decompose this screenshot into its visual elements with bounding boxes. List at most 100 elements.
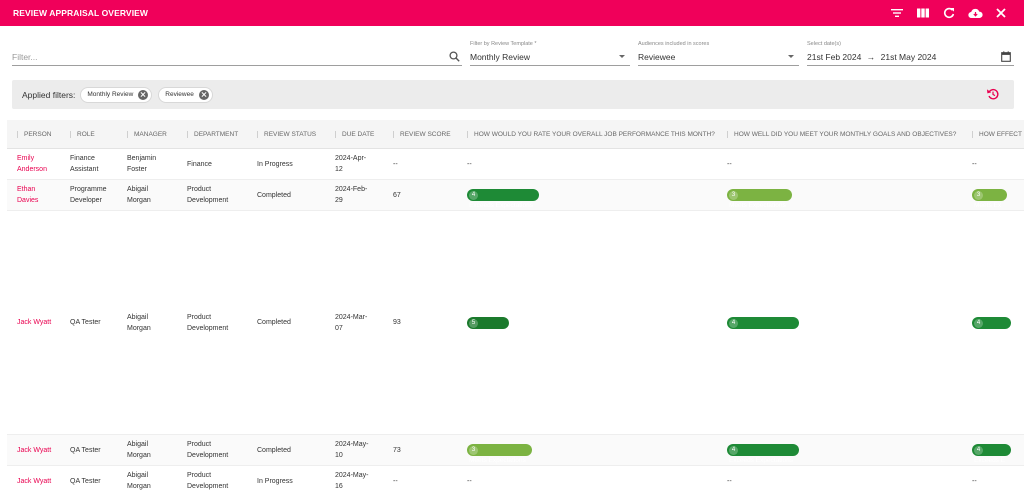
- column-divider[interactable]: [17, 131, 18, 138]
- cell-text: QA Tester: [70, 477, 101, 485]
- header-actions: [884, 0, 1014, 26]
- column-divider[interactable]: [127, 131, 128, 138]
- cell-person[interactable]: Jack Wyatt: [17, 466, 69, 491]
- appraisal-grid: PERSON ROLE MANAGER DEPARTMENT REVIEW STATUS…: [7, 120, 1024, 491]
- cell-text: Ethan: [17, 186, 36, 193]
- rating-number: 4: [974, 318, 983, 328]
- rating-badge: 4 Exceeds E: [972, 444, 1012, 464]
- cell-score: 73: [393, 435, 465, 465]
- cloud-download-icon[interactable]: [962, 0, 988, 26]
- calendar-icon[interactable]: [1000, 50, 1012, 62]
- rating-label: Exceeds Expectations: [729, 457, 793, 464]
- cell-q1: --: [467, 466, 727, 491]
- rating-number: 3: [974, 191, 983, 200]
- refresh-icon[interactable]: [936, 0, 962, 26]
- cell-due-date: 2024-Apr- 12: [335, 149, 391, 179]
- cell-score: 93: [393, 211, 465, 434]
- column-divider[interactable]: [187, 131, 188, 138]
- cell-score: 67: [393, 180, 465, 210]
- column-header-label: HOW WOULD YOU RATE YOUR OVERALL JOB PERF…: [474, 131, 715, 138]
- cell-text: Jack Wyatt: [17, 477, 52, 485]
- template-select[interactable]: Filter by Review Template * Monthly Revi…: [470, 38, 630, 66]
- column-divider[interactable]: [727, 131, 728, 138]
- cell-due-date: 2024-May- 16: [335, 466, 391, 491]
- audience-label: Audiences included in scores: [638, 41, 710, 47]
- table-row[interactable]: Jack Wyatt QA Tester Abigail Morgan Product D…: [7, 466, 1024, 491]
- applied-filters-bar: Applied filters: Monthly Review Reviewee: [12, 80, 1014, 109]
- column-header-due-date[interactable]: DUE DATE: [335, 120, 397, 149]
- column-divider[interactable]: [257, 131, 258, 138]
- column-header-role[interactable]: ROLE: [70, 120, 132, 149]
- table-row[interactable]: Jack Wyatt QA Tester Abigail Morgan Product D…: [7, 435, 1024, 466]
- date-label: Select date(s): [807, 41, 841, 47]
- filter-icon[interactable]: [884, 0, 910, 26]
- close-icon[interactable]: [988, 0, 1014, 26]
- cell-status: Completed: [257, 435, 333, 465]
- cell-text: --: [393, 477, 398, 485]
- rating-badge: 5 Exceptional: [467, 316, 509, 337]
- cell-q3: 3 Meets Ex: [972, 180, 1024, 210]
- remove-chip-icon[interactable]: [138, 89, 149, 100]
- table-row[interactable]: Ethan Davies Programme Developer Abigail Morg…: [7, 180, 1024, 211]
- column-header-department[interactable]: DEPARTMENT: [187, 120, 261, 149]
- filter-chip[interactable]: Reviewee: [158, 86, 213, 103]
- cell-manager: Abigail Morgan: [127, 180, 185, 210]
- cell-text: Product: [187, 472, 212, 479]
- column-header-q3[interactable]: HOW EFFECT: [972, 120, 1024, 149]
- empty-value: --: [467, 160, 472, 168]
- table-row[interactable]: Emily Anderson Finance Assistant Benjamin Fos…: [7, 149, 1024, 180]
- cell-role: QA Tester: [70, 435, 126, 465]
- reset-filters-icon[interactable]: [986, 87, 1000, 101]
- audience-select[interactable]: Audiences included in scores Reviewee: [638, 38, 799, 66]
- table-row[interactable]: Jack Wyatt QA Tester Abigail Morgan Product D…: [7, 211, 1024, 435]
- date-from: 21st Feb 2024: [807, 52, 862, 62]
- cell-person[interactable]: Jack Wyatt: [17, 435, 69, 465]
- rating-badge: 3 Meets Expectations: [467, 444, 532, 464]
- empty-value: --: [972, 160, 977, 168]
- rating-number: 4: [729, 318, 738, 328]
- column-header-label: ROLE: [77, 131, 95, 138]
- cell-text: 07: [335, 324, 343, 332]
- column-header-q1[interactable]: HOW WOULD YOU RATE YOUR OVERALL JOB PERF…: [467, 120, 733, 149]
- column-header-manager[interactable]: MANAGER: [127, 120, 191, 149]
- rating-label: Exceeds E: [974, 329, 1006, 337]
- column-header-person[interactable]: PERSON: [17, 120, 75, 149]
- cell-person[interactable]: Jack Wyatt: [17, 211, 69, 434]
- cell-text: Assistant: [70, 166, 99, 173]
- column-divider[interactable]: [335, 131, 336, 138]
- search-input[interactable]: Filter...: [12, 38, 462, 66]
- cell-person[interactable]: Emily Anderson: [17, 149, 69, 179]
- rating-badge: 4 Exceeds E: [972, 316, 1012, 337]
- cell-q1: 5 Exceptional: [467, 211, 727, 434]
- columns-icon[interactable]: [910, 0, 936, 26]
- cell-text: Anderson: [17, 166, 47, 173]
- column-header-status[interactable]: REVIEW STATUS: [257, 120, 339, 149]
- column-divider[interactable]: [70, 131, 71, 138]
- cell-role: QA Tester: [70, 466, 126, 491]
- column-divider[interactable]: [467, 131, 468, 138]
- remove-chip-icon[interactable]: [198, 89, 209, 100]
- rating-badge: 4 Exceeds Expectations: [467, 189, 539, 209]
- rating-label: Exceeds Expectations: [469, 202, 533, 209]
- column-header-score[interactable]: REVIEW SCORE: [393, 120, 471, 149]
- date-range-field[interactable]: Select date(s) 21st Feb 2024 → 21st May …: [807, 38, 1014, 66]
- cell-due-date: 2024-Feb- 29: [335, 180, 391, 210]
- cell-person[interactable]: Ethan Davies: [17, 180, 69, 210]
- filter-chip[interactable]: Monthly Review: [80, 86, 153, 103]
- column-header-label: HOW WELL DID YOU MEET YOUR MONTHLY GOALS…: [734, 131, 957, 138]
- cell-text: Abigail: [127, 186, 149, 193]
- column-header-q2[interactable]: HOW WELL DID YOU MEET YOUR MONTHLY GOALS…: [727, 120, 978, 149]
- column-divider[interactable]: [972, 131, 973, 138]
- cell-text: QA Tester: [70, 319, 101, 326]
- rating-number: 3: [469, 446, 478, 455]
- rating-badge: 4 Exceeds Expectations: [727, 316, 799, 337]
- column-header-label: DEPARTMENT: [194, 131, 239, 138]
- cell-manager: Abigail Morgan: [127, 211, 185, 434]
- column-header-label: PERSON: [24, 131, 52, 138]
- cell-text: Product: [187, 186, 212, 193]
- cell-role: QA Tester: [70, 211, 126, 434]
- column-divider[interactable]: [393, 131, 394, 138]
- template-value: Monthly Review: [470, 52, 530, 62]
- cell-text: Development: [187, 483, 229, 490]
- search-icon[interactable]: [448, 50, 460, 62]
